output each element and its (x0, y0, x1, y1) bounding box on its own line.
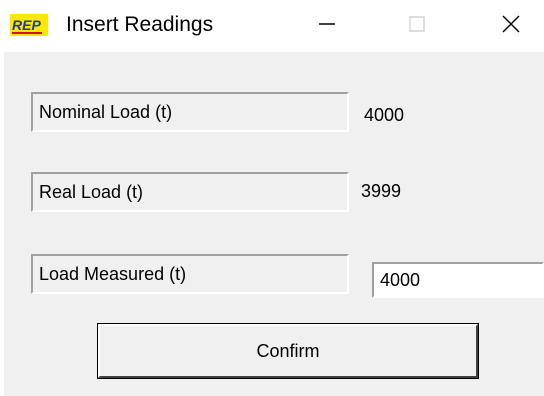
dialog-body: Nominal Load (t) 4000 Real Load (t) 3999… (4, 52, 544, 396)
load-measured-label: Load Measured (t) (31, 254, 349, 294)
window-title: Insert Readings (66, 13, 214, 36)
maximize-button[interactable] (372, 0, 462, 52)
app-logo-icon: REP (10, 14, 48, 36)
insert-readings-window: REP Insert Readings Nominal Load (t) 400… (0, 0, 544, 396)
svg-text:REP: REP (12, 17, 41, 33)
close-button[interactable] (466, 0, 544, 52)
close-icon (500, 13, 522, 40)
title-bar[interactable]: REP Insert Readings (0, 0, 544, 52)
confirm-button[interactable]: Confirm (97, 323, 479, 379)
nominal-load-label: Nominal Load (t) (31, 92, 349, 132)
nominal-load-value: 4000 (364, 105, 405, 125)
real-load-label: Real Load (t) (31, 172, 349, 212)
load-measured-input[interactable] (372, 262, 544, 298)
maximize-icon (407, 14, 427, 39)
minimize-button[interactable] (282, 0, 372, 52)
minimize-icon (317, 14, 337, 39)
real-load-value: 3999 (361, 181, 402, 201)
